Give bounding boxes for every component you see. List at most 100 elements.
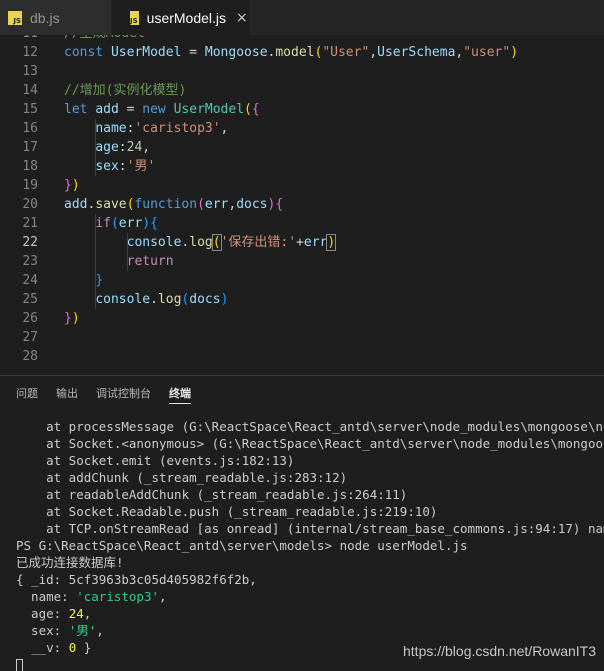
terminal-line: at TCP.onStreamRead [as onread] (interna… — [16, 520, 604, 537]
code-editor[interactable]: 11 //生成Model 12 const UserModel = Mongoose.… — [0, 35, 604, 375]
tab-usermodel-js[interactable]: JS userModel.js × — [112, 0, 250, 35]
code-token: } — [95, 273, 104, 288]
code-token: ) — [326, 234, 337, 251]
indent-guide — [95, 157, 97, 176]
code-text: add.save(function(err,docs){ — [64, 195, 283, 214]
code-token: name — [95, 121, 127, 136]
indent-guide — [126, 252, 128, 271]
code-token: '男' — [126, 159, 156, 174]
tab-label: userModel.js — [146, 9, 227, 26]
code-text: }) — [64, 309, 80, 328]
line-number: 20 — [22, 197, 38, 212]
code-token: UserSchema — [377, 45, 456, 60]
code-token: err — [204, 197, 229, 212]
code-token: save — [95, 197, 127, 212]
line-number: 17 — [22, 140, 38, 155]
code-token: "User" — [322, 45, 370, 60]
indent-guide — [95, 138, 97, 157]
code-token: + — [296, 235, 304, 250]
code-token: err — [303, 235, 328, 250]
terminal-text: , — [83, 606, 92, 621]
code-token: "user" — [463, 45, 511, 60]
terminal-text: } — [76, 640, 92, 655]
panel-tab[interactable]: 问题 — [16, 376, 38, 412]
code-line[interactable]: 23 return — [0, 252, 604, 271]
code-line[interactable]: 25 console.log(docs) — [0, 290, 604, 309]
code-line[interactable]: 20 add.save(function(err,docs){ — [0, 195, 604, 214]
line-number: 12 — [22, 45, 38, 60]
code-text: if(err){ — [64, 214, 158, 233]
code-token: if — [95, 216, 111, 231]
code-line[interactable]: 17 age:24, — [0, 138, 604, 157]
code-line[interactable]: 22 console.log('保存出错:'+err) — [0, 233, 604, 252]
line-number: 27 — [22, 330, 38, 345]
editor-tab-bar: JS db.js JS userModel.js × — [0, 0, 604, 35]
code-token: docs — [189, 292, 221, 307]
code-token: ) — [220, 292, 229, 307]
indent-guide — [95, 290, 97, 309]
code-token: UserModel — [173, 102, 245, 117]
code-token: const — [64, 45, 111, 60]
indent-guide — [95, 271, 97, 290]
line-number: 25 — [22, 292, 38, 307]
code-line[interactable]: 19}) — [0, 176, 604, 195]
terminal-line: 已成功连接数据库! — [16, 554, 604, 571]
code-token: err — [118, 216, 143, 231]
panel-tab[interactable]: 输出 — [56, 376, 78, 412]
terminal-text: at Socket.<anonymous> (G:\ReactSpace\Rea… — [16, 436, 604, 451]
javascript-file-icon: JS — [8, 10, 22, 25]
code-line[interactable]: 15 let add = new UserModel({ — [0, 100, 604, 119]
panel-tab[interactable]: 调试控制台 — [96, 376, 151, 412]
terminal-text: sex: — [16, 623, 69, 638]
code-text: let add = new UserModel({ — [64, 100, 260, 119]
line-number: 18 — [22, 159, 38, 174]
terminal-text: at addChunk (_stream_readable.js:283:12) — [16, 470, 348, 485]
code-token: add — [95, 102, 119, 117]
terminal-text: at processMessage (G:\ReactSpace\React_a… — [16, 419, 604, 434]
code-line[interactable]: 11 //生成Model — [0, 35, 604, 43]
indent-guide — [95, 119, 97, 138]
code-line[interactable]: 27 — [0, 328, 604, 347]
terminal-text: __v: — [16, 640, 69, 655]
terminal-output[interactable]: at processMessage (G:\ReactSpace\React_a… — [16, 418, 604, 671]
code-token: new — [142, 102, 174, 117]
code-line[interactable]: 21 if(err){ — [0, 214, 604, 233]
code-line[interactable]: 16 name:'caristop3', — [0, 119, 604, 138]
code-line[interactable]: 28 — [0, 347, 604, 366]
code-line[interactable]: 26}) — [0, 309, 604, 328]
terminal-line: at Socket.emit (events.js:182:13) — [16, 452, 604, 469]
close-icon[interactable]: × — [236, 10, 248, 26]
terminal-line: at processMessage (G:\ReactSpace\React_a… — [16, 418, 604, 435]
terminal-text: , — [159, 589, 167, 604]
tab-db-js[interactable]: JS db.js — [0, 0, 112, 35]
code-token: ( — [110, 216, 119, 231]
watermark: https://blog.csdn.net/RowanIT3 — [403, 643, 596, 659]
panel-tab[interactable]: 终端 — [169, 376, 191, 412]
code-line[interactable]: 14 //增加(实例化模型) — [0, 81, 604, 100]
code-text: console.log(docs) — [64, 290, 228, 309]
code-token: = — [118, 102, 143, 117]
indent-guide — [95, 233, 97, 252]
code-token: . — [150, 292, 158, 307]
code-line[interactable]: 18 sex:'男' — [0, 157, 604, 176]
terminal-text: 'caristop3' — [76, 589, 160, 604]
line-number: 28 — [22, 349, 38, 364]
code-line[interactable]: 12 const UserModel = Mongoose.model("User… — [0, 43, 604, 62]
terminal-text: { _id: 5cf3963b3c05d405982f6f2b, — [16, 572, 257, 587]
line-number: 22 — [22, 235, 38, 250]
code-line[interactable]: 13 — [0, 62, 604, 81]
terminal-line: at addChunk (_stream_readable.js:283:12) — [16, 469, 604, 486]
terminal-text: at TCP.onStreamRead [as onread] (interna… — [16, 521, 604, 536]
javascript-file-icon: JS — [130, 10, 139, 25]
code-text: } — [64, 271, 103, 290]
code-text: sex:'男' — [64, 157, 155, 176]
code-token: sex — [95, 159, 119, 174]
code-token: '保存出错:' — [220, 235, 297, 250]
terminal-text: age: — [16, 606, 69, 621]
code-text: //增加(实例化模型) — [64, 81, 186, 100]
code-line[interactable]: 24 } — [0, 271, 604, 290]
